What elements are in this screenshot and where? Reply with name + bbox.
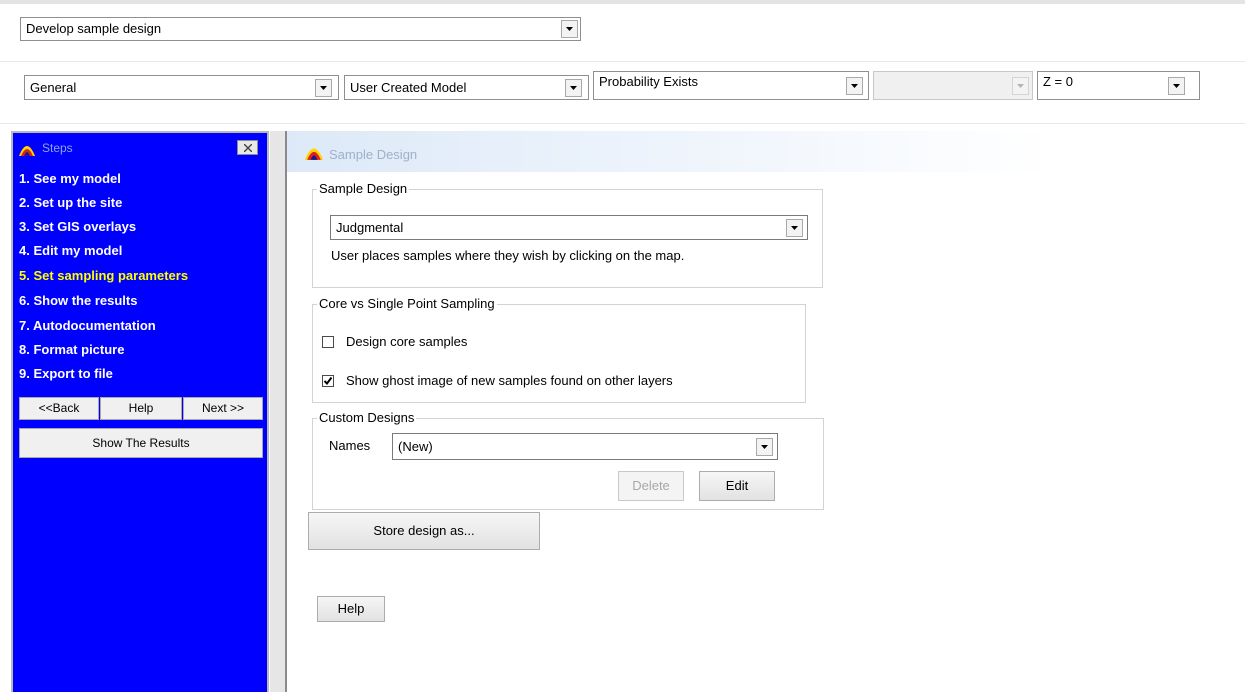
category-select[interactable]: General bbox=[24, 75, 339, 100]
probability-select-dropdown-button[interactable] bbox=[846, 77, 863, 95]
chevron-down-icon bbox=[761, 445, 768, 449]
design-core-label[interactable]: Design core samples bbox=[346, 334, 467, 349]
custom-design-names-select[interactable]: (New) bbox=[392, 433, 778, 460]
ghost-image-checkbox[interactable] bbox=[322, 375, 334, 387]
model-select[interactable]: User Created Model bbox=[344, 75, 589, 100]
custom-design-names-dropdown-button[interactable] bbox=[756, 438, 773, 456]
model-select-value: User Created Model bbox=[350, 80, 467, 95]
steps-help-button[interactable]: Help bbox=[100, 397, 182, 420]
secondary-select-dropdown-button[interactable] bbox=[1012, 77, 1029, 95]
sample-design-header-title: Sample Design bbox=[329, 147, 418, 162]
custom-designs-group: Custom Designs Names (New) Delete Edit bbox=[312, 410, 824, 510]
step-format-picture[interactable]: 8. Format picture bbox=[19, 342, 124, 357]
delete-button[interactable]: Delete bbox=[618, 471, 684, 501]
task-select-dropdown-button[interactable] bbox=[561, 20, 578, 38]
custom-design-names-value: (New) bbox=[398, 439, 433, 454]
steps-title-bar: Steps bbox=[13, 133, 267, 163]
main-help-button[interactable]: Help bbox=[317, 596, 385, 622]
steps-panel: Steps 1. See my model 2. Set up the site… bbox=[11, 131, 269, 692]
sample-design-group: Sample Design Judgmental User places sam… bbox=[312, 181, 823, 288]
names-label: Names bbox=[329, 438, 371, 453]
chevron-down-icon bbox=[791, 226, 798, 230]
chevron-down-icon bbox=[1173, 84, 1180, 88]
category-select-value: General bbox=[30, 80, 77, 95]
design-core-checkbox[interactable] bbox=[322, 336, 334, 348]
step-set-sampling-parameters[interactable]: 5. Set sampling parameters bbox=[19, 268, 188, 283]
show-results-button[interactable]: Show The Results bbox=[19, 428, 263, 458]
checkmark-icon bbox=[323, 376, 333, 386]
close-icon bbox=[244, 144, 252, 152]
app-logo-icon bbox=[304, 148, 324, 160]
step-export-to-file[interactable]: 9. Export to file bbox=[19, 366, 113, 381]
sample-design-description: User places samples where they wish by c… bbox=[331, 248, 685, 263]
step-edit-my-model[interactable]: 4. Edit my model bbox=[19, 243, 122, 258]
chevron-down-icon bbox=[566, 27, 573, 31]
category-select-dropdown-button[interactable] bbox=[315, 79, 332, 97]
z-level-select[interactable]: Z = 0 bbox=[1037, 71, 1200, 100]
chevron-down-icon bbox=[570, 86, 577, 90]
toolbar-separator bbox=[0, 61, 1245, 62]
next-button[interactable]: Next >> bbox=[183, 397, 263, 420]
ghost-image-label[interactable]: Show ghost image of new samples found on… bbox=[346, 373, 673, 388]
sample-design-dropdown-button[interactable] bbox=[786, 219, 803, 237]
sample-design-select[interactable]: Judgmental bbox=[330, 215, 808, 240]
app-logo-icon bbox=[19, 146, 35, 156]
task-select[interactable]: Develop sample design bbox=[20, 17, 581, 41]
sample-design-legend: Sample Design bbox=[317, 181, 410, 196]
steps-close-button[interactable] bbox=[237, 140, 258, 155]
step-show-results[interactable]: 6. Show the results bbox=[19, 293, 137, 308]
model-select-dropdown-button[interactable] bbox=[565, 79, 582, 97]
z-level-select-value: Z = 0 bbox=[1043, 74, 1073, 89]
sample-design-select-value: Judgmental bbox=[336, 220, 404, 235]
custom-designs-legend: Custom Designs bbox=[317, 410, 417, 425]
back-button[interactable]: <<Back bbox=[19, 397, 99, 420]
steps-title: Steps bbox=[42, 141, 73, 155]
secondary-select[interactable] bbox=[873, 71, 1033, 100]
sample-design-header: Sample Design bbox=[287, 131, 1245, 172]
probability-select-value: Probability Exists bbox=[599, 74, 698, 89]
chevron-down-icon bbox=[1017, 84, 1024, 88]
probability-select[interactable]: Probability Exists bbox=[593, 71, 869, 100]
toolbar-bottom-separator bbox=[0, 123, 1245, 124]
z-level-select-dropdown-button[interactable] bbox=[1168, 77, 1185, 95]
step-autodocumentation[interactable]: 7. Autodocumentation bbox=[19, 318, 156, 333]
step-see-my-model[interactable]: 1. See my model bbox=[19, 171, 121, 186]
chevron-down-icon bbox=[851, 84, 858, 88]
core-sampling-legend: Core vs Single Point Sampling bbox=[317, 296, 497, 311]
chevron-down-icon bbox=[320, 86, 327, 90]
store-design-button[interactable]: Store design as... bbox=[308, 512, 540, 550]
core-sampling-group: Core vs Single Point Sampling Design cor… bbox=[312, 296, 806, 403]
step-set-up-site[interactable]: 2. Set up the site bbox=[19, 195, 122, 210]
edit-button[interactable]: Edit bbox=[699, 471, 775, 501]
task-select-value: Develop sample design bbox=[26, 21, 162, 36]
window-top-edge bbox=[0, 0, 1245, 4]
step-set-gis-overlays[interactable]: 3. Set GIS overlays bbox=[19, 219, 136, 234]
